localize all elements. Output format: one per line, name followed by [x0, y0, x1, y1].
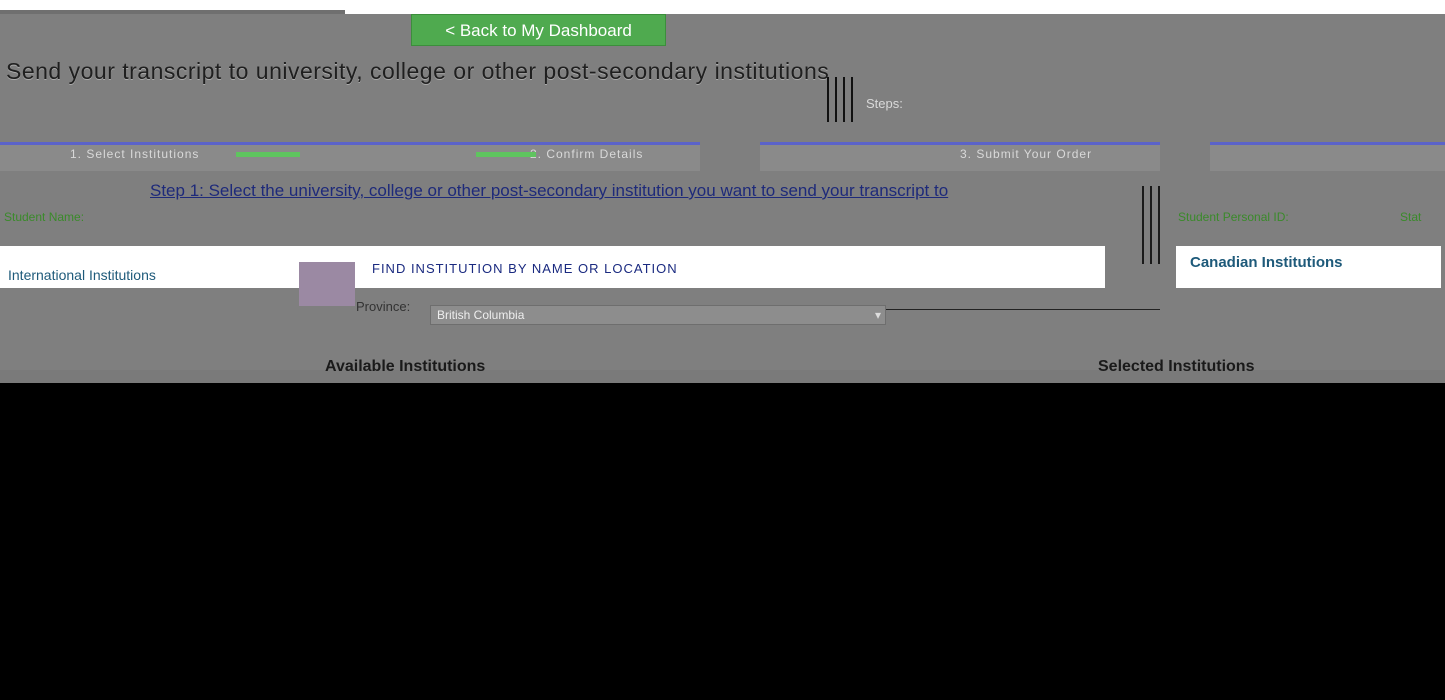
institution-search-label: FIND INSTITUTION BY NAME OR LOCATION — [372, 261, 678, 276]
step-3-label: 3. Submit Your Order — [960, 147, 1093, 161]
side-pane — [299, 262, 355, 306]
student-extra-label: Stat — [1400, 210, 1422, 224]
tab-canadian-label: Canadian Institutions — [1190, 254, 1343, 271]
top-strip-segment — [0, 10, 345, 14]
student-info-row: Student Name: Student Personal ID: Stat — [0, 210, 1445, 230]
province-value: British Columbia — [437, 308, 525, 322]
step-3: 3. Submit Your Order — [760, 142, 1160, 171]
student-name-label: Student Name: — [4, 210, 85, 224]
back-to-dashboard-button[interactable]: < Back to My Dashboard — [411, 14, 666, 46]
step-2-label: 2. Confirm Details — [530, 147, 644, 161]
province-select[interactable]: British Columbia ▾ — [430, 305, 886, 325]
steps-label: Steps: — [866, 96, 903, 111]
step-2: 2. Confirm Details — [300, 142, 700, 171]
transcript-app: < Back to My Dashboard Send your transcr… — [0, 0, 1445, 383]
tab-canadian-institutions[interactable]: Canadian Institutions — [1176, 246, 1441, 288]
available-institutions-heading: Available Institutions — [325, 358, 486, 375]
page-title: Send your transcript to university, coll… — [6, 58, 830, 84]
step-1-label: 1. Select Institutions — [70, 147, 200, 161]
step-instruction: Step 1: Select the university, college o… — [150, 181, 949, 200]
top-strip — [0, 0, 1445, 14]
steps-progress: 1. Select Institutions 2. Confirm Detail… — [0, 132, 1445, 172]
divider-bars-2 — [1138, 186, 1168, 264]
divider-bars — [823, 77, 863, 122]
student-pen-label: Student Personal ID: — [1178, 210, 1289, 224]
province-label: Province: — [356, 299, 411, 314]
step-1: 1. Select Institutions — [0, 142, 350, 171]
step-4 — [1210, 142, 1445, 171]
step-2-progress-bar — [476, 152, 536, 157]
chevron-down-icon: ▾ — [874, 308, 881, 322]
tab-international-institutions[interactable]: International Institutions — [0, 262, 292, 288]
selected-institutions-heading: Selected Institutions — [1098, 358, 1255, 375]
